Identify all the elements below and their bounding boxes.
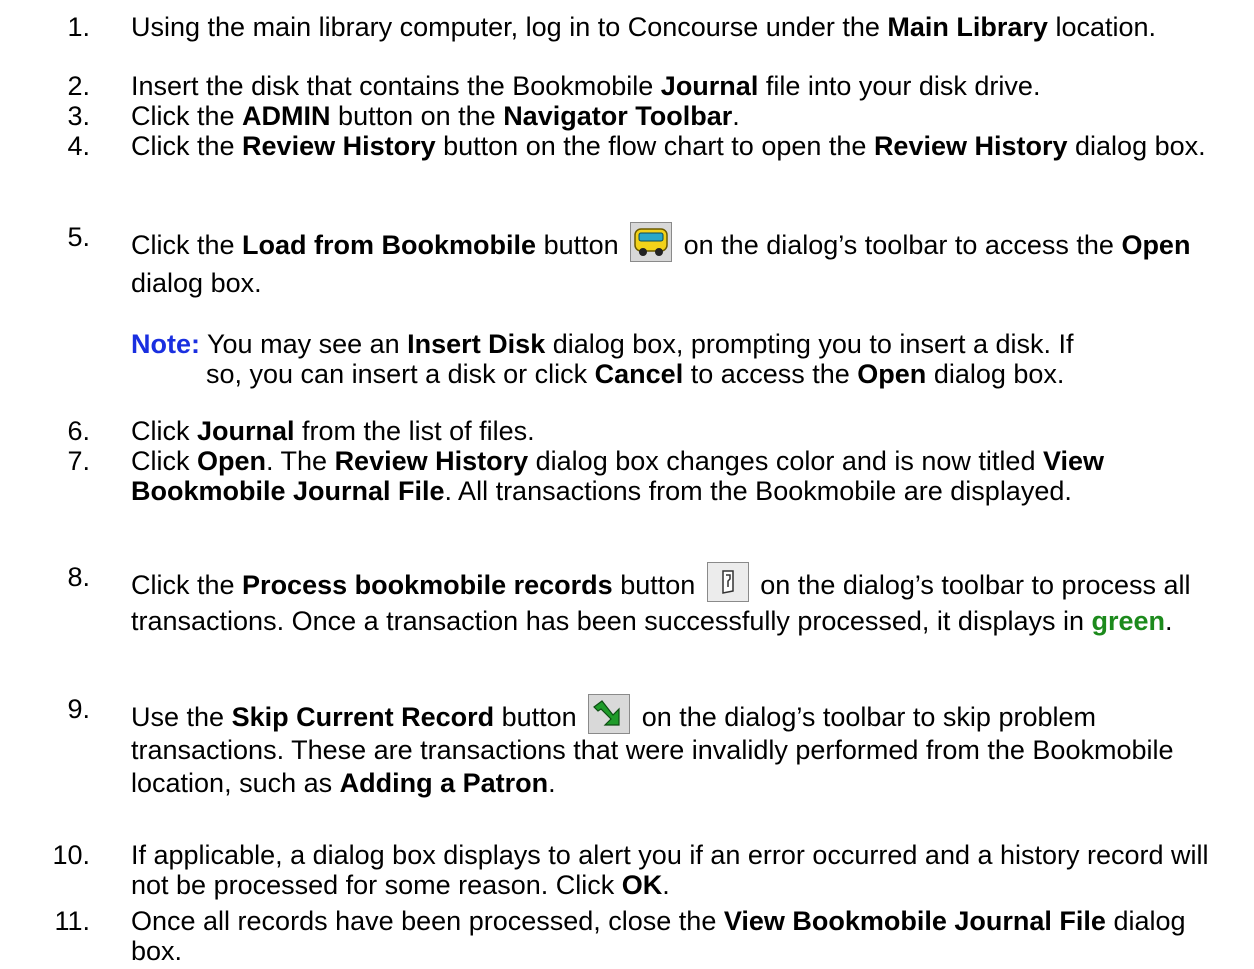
note-block: Note: You may see an Insert Disk dialog … <box>131 329 1074 389</box>
step-text: Use the Skip Current Record button on th… <box>131 694 1236 800</box>
step-number: 7. <box>67 446 90 476</box>
step-number: 2. <box>67 71 90 101</box>
step-number: 8. <box>67 562 90 592</box>
step-number: 4. <box>67 131 90 161</box>
step-text: Insert the disk that contains the Bookmo… <box>131 71 1041 101</box>
step-number: 10. <box>52 840 90 870</box>
step-number: 1. <box>67 12 90 42</box>
skip-record-arrow-icon <box>588 694 631 734</box>
step-text: Click the ADMIN button on the Navigator … <box>131 101 740 131</box>
step-text: If applicable, a dialog box displays to … <box>131 840 1209 900</box>
step-number: 9. <box>67 694 90 724</box>
step-text: Click Journal from the list of files. <box>131 416 535 446</box>
step-text: Click Open. The Review History dialog bo… <box>131 446 1105 506</box>
step-text: Click the Load from Bookmobile button on… <box>131 222 1236 302</box>
step-text: Once all records have been processed, cl… <box>131 906 1186 966</box>
step-number: 3. <box>67 101 90 131</box>
process-records-icon <box>706 562 749 602</box>
step-number: 5. <box>67 222 90 252</box>
green-word: green <box>1091 606 1166 636</box>
step-text: Using the main library computer, log in … <box>131 12 1157 42</box>
step-number: 11. <box>54 906 90 936</box>
step-number: 6. <box>67 416 90 446</box>
bookmobile-bus-icon <box>630 222 673 262</box>
step-text: Click the Process bookmobile records but… <box>131 562 1236 639</box>
note-label: Note: <box>131 329 200 359</box>
step-text: Click the Review History button on the f… <box>131 131 1206 161</box>
